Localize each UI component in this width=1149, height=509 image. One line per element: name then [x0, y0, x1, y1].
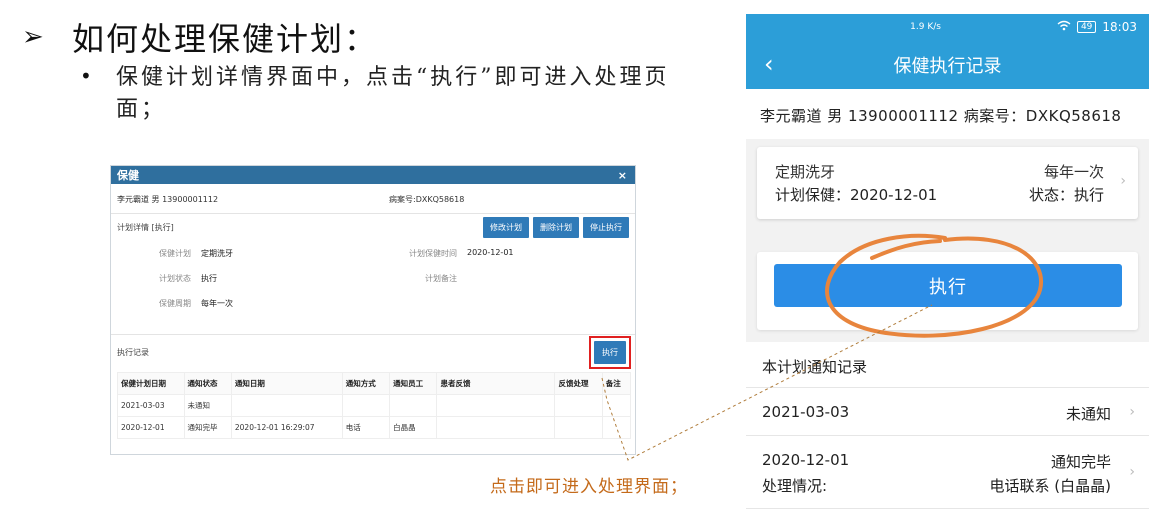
plan-detail-fields: 保健计划 定期洗牙 计划状态 执行 保健周期 每年一次 计划保健时间 2020-…	[111, 240, 635, 324]
status-bar: 1.9 K/s 49 18:03	[910, 20, 1137, 34]
patient-name: 李元霸道 男 13900001112	[117, 195, 219, 204]
dialog-header: 保健 ×	[111, 166, 635, 184]
list-item[interactable]: 2020-12-01 通知完毕 处理情况: 电话联系 (白晶晶) ›	[746, 436, 1149, 509]
record-date: 2020-12-01	[762, 451, 850, 469]
record-extra-value: 电话联系 (白晶晶)	[989, 477, 1111, 495]
notice-record-header: 本计划通知记录	[746, 342, 1149, 388]
slide-bullet: • 保健计划详情界面中，点击“执行”即可进入处理页面；	[80, 62, 720, 126]
plan-date: 计划保健：2020-12-01	[775, 186, 938, 204]
exec-button-highlight: 执行	[589, 336, 631, 369]
dialog-title: 保健	[117, 169, 139, 182]
plan-status: 状态：执行	[1028, 186, 1104, 204]
col-header: 反馈处理	[554, 372, 603, 395]
clock: 18:03	[1102, 20, 1137, 34]
col-header: 患者反馈	[436, 372, 556, 395]
stop-plan-button[interactable]: 停止执行	[583, 216, 629, 238]
health-plan-dialog: 保健 × 李元霸道 男 13900001112 病案号:DXKQ58618 计划…	[110, 165, 636, 455]
plan-card[interactable]: 定期洗牙 计划保健：2020-12-01 每年一次 状态：执行 ›	[757, 147, 1138, 219]
record-number: 病案号:DXKQ58618	[389, 195, 465, 204]
phone-screen: 1.9 K/s 49 18:03 ‹ 保健执行记录 李元霸道 男 1390000…	[746, 14, 1149, 509]
network-speed: 1.9 K/s	[910, 22, 941, 32]
battery-icon: 49	[1076, 21, 1097, 33]
plan-note-field: 计划备注	[425, 274, 457, 283]
execute-button[interactable]: 执行	[594, 341, 626, 364]
exec-record-section: 执行记录 执行	[111, 334, 635, 370]
bullet-text: 保健计划详情界面中，点击“执行”即可进入处理页面；	[116, 65, 670, 122]
plan-field: 保健计划 定期洗牙	[159, 249, 233, 258]
status-field: 计划状态 执行	[159, 274, 217, 283]
list-item[interactable]: 2021-03-03 未通知 ›	[746, 388, 1149, 436]
dialog-patient-info: 李元霸道 男 13900001112 病案号:DXKQ58618	[111, 184, 635, 214]
plan-cycle: 每年一次	[1043, 163, 1104, 181]
exec-card: 执行	[757, 252, 1138, 330]
chevron-right-icon: ›	[1129, 464, 1135, 480]
table-header-row: 保健计划日期 通知状态 通知日期 通知方式 通知员工 患者反馈 反馈处理 备注	[117, 372, 632, 395]
col-header: 通知方式	[341, 372, 391, 395]
col-header: 通知日期	[230, 372, 343, 395]
arrow-bullet-icon: ➢	[22, 22, 44, 52]
col-header: 通知状态	[183, 372, 232, 395]
delete-plan-button[interactable]: 删除计划	[533, 216, 579, 238]
phone-header: 1.9 K/s 49 18:03 ‹ 保健执行记录	[746, 14, 1149, 89]
plan-name: 定期洗牙	[775, 163, 836, 181]
table-row[interactable]: 2021-03-03 未通知	[117, 394, 632, 417]
record-extra-label: 处理情况:	[762, 477, 828, 495]
phone-patient-info: 李元霸道 男 13900001112 病案号：DXKQ58618	[746, 89, 1149, 139]
chevron-right-icon: ›	[1120, 173, 1126, 189]
record-date: 2021-03-03	[762, 403, 850, 421]
plan-detail-label: 计划详情 [执行]	[117, 222, 174, 232]
annotation-note: 点击即可进入处理界面；	[490, 477, 688, 497]
slide-title: 如何处理保健计划：	[72, 20, 379, 58]
cycle-field: 保健周期 每年一次	[159, 299, 233, 308]
table-row[interactable]: 2020-12-01 通知完毕 2020-12-01 16:29:07 电话 白…	[117, 416, 632, 439]
col-header: 保健计划日期	[117, 372, 185, 395]
edit-plan-button[interactable]: 修改计划	[483, 216, 529, 238]
chevron-right-icon: ›	[1129, 404, 1135, 420]
record-status: 通知完毕	[1050, 453, 1111, 471]
wifi-icon	[1057, 20, 1071, 34]
plan-time-field: 计划保健时间 2020-12-01	[409, 248, 514, 258]
col-header: 备注	[601, 372, 632, 395]
plan-detail-section: 计划详情 [执行] 修改计划 删除计划 停止执行	[111, 214, 635, 240]
slide-heading: ➢ 如何处理保健计划：	[22, 14, 378, 60]
phone-title: 保健执行记录	[893, 56, 1002, 77]
bullet-dot-icon: •	[80, 64, 92, 88]
phone-execute-button[interactable]: 执行	[774, 264, 1122, 307]
close-icon[interactable]: ×	[618, 169, 627, 182]
exec-record-table: 保健计划日期 通知状态 通知日期 通知方式 通知员工 患者反馈 反馈处理 备注 …	[117, 372, 632, 439]
record-status: 未通知	[1065, 405, 1111, 423]
exec-record-label: 执行记录	[117, 348, 149, 357]
plan-action-buttons: 修改计划 删除计划 停止执行	[483, 216, 629, 238]
col-header: 通知员工	[389, 372, 438, 395]
